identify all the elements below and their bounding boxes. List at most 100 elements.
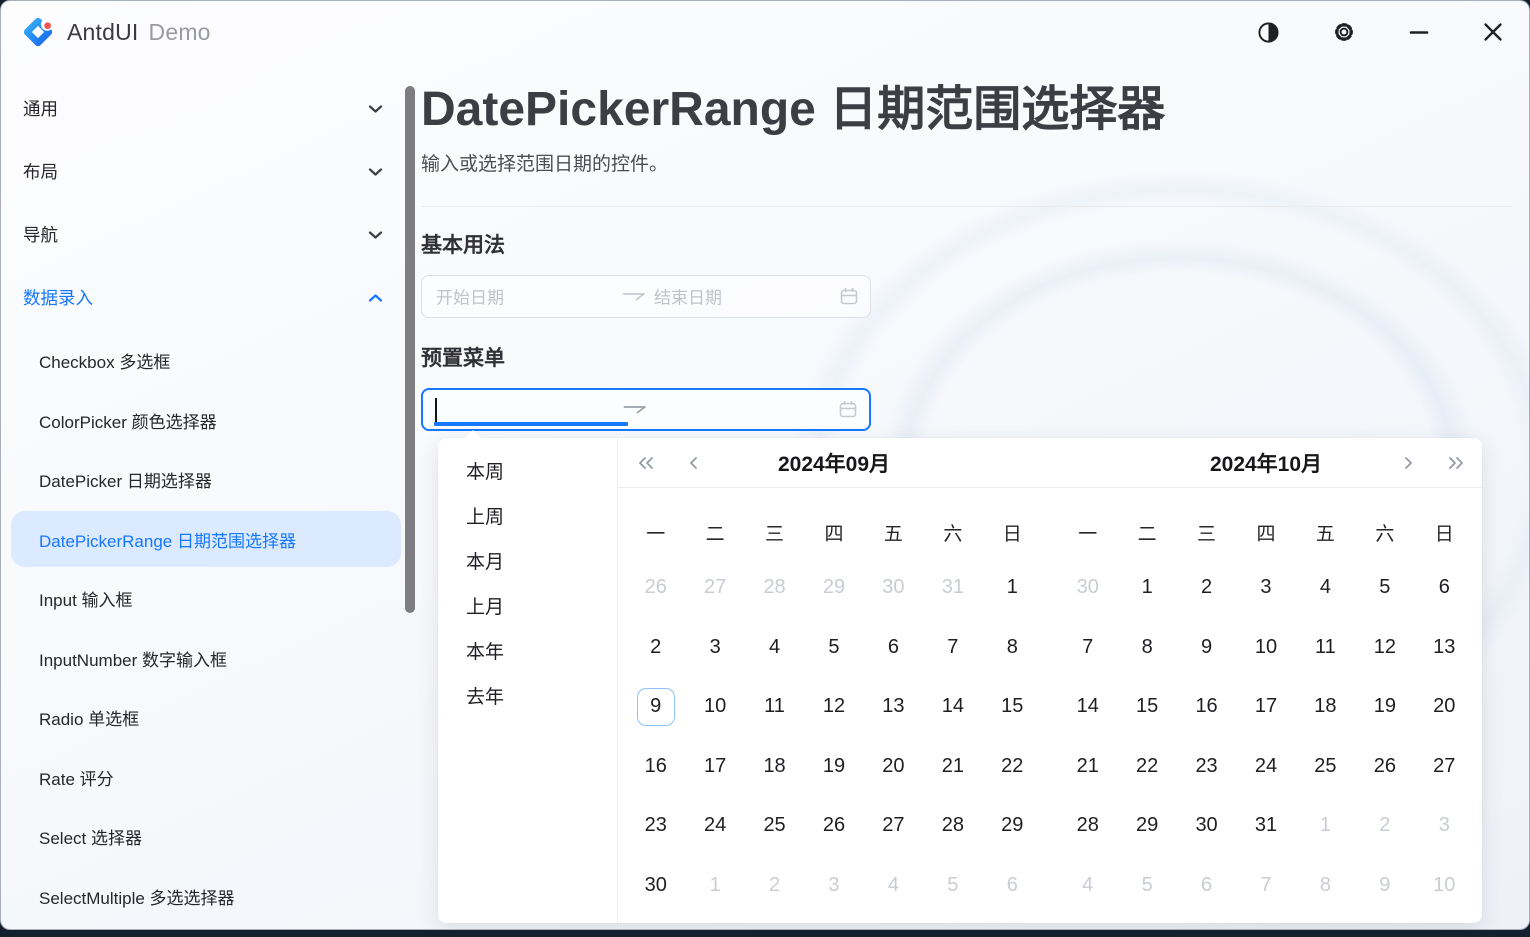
day-cell[interactable]: 10 [1415, 856, 1474, 916]
day-cell[interactable]: 3 [685, 618, 744, 678]
next-year-button[interactable] [1444, 453, 1468, 473]
day-cell[interactable]: 8 [983, 618, 1042, 678]
day-cell[interactable]: 5 [1117, 856, 1176, 916]
day-cell[interactable]: 15 [983, 677, 1042, 737]
day-cell[interactable]: 12 [1355, 618, 1414, 678]
day-cell-today[interactable]: 9 [626, 677, 685, 737]
day-cell[interactable]: 15 [1117, 677, 1176, 737]
day-cell[interactable]: 2 [1177, 558, 1236, 618]
sidebar-group-general[interactable]: 通用 [1, 77, 405, 140]
day-cell[interactable]: 13 [864, 677, 923, 737]
day-cell[interactable]: 2 [626, 618, 685, 678]
day-cell[interactable]: 1 [1117, 558, 1176, 618]
day-cell[interactable]: 8 [1296, 856, 1355, 916]
day-cell[interactable]: 25 [1296, 737, 1355, 797]
day-cell[interactable]: 22 [983, 737, 1042, 797]
day-cell[interactable]: 6 [983, 856, 1042, 916]
day-cell[interactable]: 26 [1355, 737, 1414, 797]
sidebar-group-navigation[interactable]: 导航 [1, 203, 405, 266]
sidebar-scrollbar-thumb[interactable] [405, 86, 415, 613]
day-cell[interactable]: 27 [1415, 737, 1474, 797]
day-cell[interactable]: 28 [923, 796, 982, 856]
day-cell[interactable]: 7 [923, 618, 982, 678]
day-cell[interactable]: 25 [745, 796, 804, 856]
day-cell[interactable]: 30 [626, 856, 685, 916]
day-cell[interactable]: 20 [864, 737, 923, 797]
day-cell[interactable]: 18 [745, 737, 804, 797]
day-cell[interactable]: 23 [1177, 737, 1236, 797]
sidebar-item-input[interactable]: Input 输入框 [11, 571, 401, 627]
date-range-input-basic[interactable]: 开始日期 结束日期 [421, 275, 871, 318]
day-cell[interactable]: 19 [1355, 677, 1414, 737]
day-cell[interactable]: 28 [1058, 796, 1117, 856]
day-cell[interactable]: 4 [864, 856, 923, 916]
day-cell[interactable]: 2 [1355, 796, 1414, 856]
day-cell[interactable]: 4 [1058, 856, 1117, 916]
left-month-title[interactable]: 2024年09月 [778, 448, 890, 478]
day-cell[interactable]: 30 [864, 558, 923, 618]
day-cell[interactable]: 17 [1236, 677, 1295, 737]
day-cell[interactable]: 10 [685, 677, 744, 737]
day-cell[interactable]: 26 [626, 558, 685, 618]
day-cell[interactable]: 3 [1236, 558, 1295, 618]
sidebar-item-datepickerrange[interactable]: DatePickerRange 日期范围选择器 [11, 511, 401, 567]
prev-month-button[interactable] [685, 453, 701, 473]
day-cell[interactable]: 6 [1415, 558, 1474, 618]
close-button[interactable] [1482, 21, 1504, 43]
preset-item[interactable]: 本年 [444, 628, 611, 673]
theme-toggle-button[interactable] [1257, 21, 1280, 44]
day-cell[interactable]: 14 [1058, 677, 1117, 737]
day-cell[interactable]: 10 [1236, 618, 1295, 678]
day-cell[interactable]: 31 [923, 558, 982, 618]
day-cell[interactable]: 24 [685, 796, 744, 856]
day-cell[interactable]: 9 [1177, 618, 1236, 678]
day-cell[interactable]: 4 [1296, 558, 1355, 618]
day-cell[interactable]: 27 [864, 796, 923, 856]
day-cell[interactable]: 23 [626, 796, 685, 856]
day-cell[interactable]: 1 [983, 558, 1042, 618]
sidebar-group-layout[interactable]: 布局 [1, 140, 405, 203]
day-cell[interactable]: 30 [1058, 558, 1117, 618]
sidebar-item-select[interactable]: Select 选择器 [11, 809, 401, 865]
day-cell[interactable]: 3 [1415, 796, 1474, 856]
sidebar-group-data-entry[interactable]: 数据录入 [1, 266, 405, 329]
day-cell[interactable]: 3 [804, 856, 863, 916]
day-cell[interactable]: 6 [864, 618, 923, 678]
sidebar-item-colorpicker[interactable]: ColorPicker 颜色选择器 [11, 392, 401, 448]
prev-year-button[interactable] [634, 453, 658, 473]
day-cell[interactable]: 11 [1296, 618, 1355, 678]
day-cell[interactable]: 30 [1177, 796, 1236, 856]
day-cell[interactable]: 6 [1177, 856, 1236, 916]
minimize-button[interactable] [1408, 21, 1430, 43]
day-cell[interactable]: 5 [804, 618, 863, 678]
date-range-input-preset[interactable] [421, 388, 871, 431]
day-cell[interactable]: 16 [1177, 677, 1236, 737]
day-cell[interactable]: 9 [1355, 856, 1414, 916]
day-cell[interactable]: 5 [1355, 558, 1414, 618]
preset-item[interactable]: 本月 [444, 538, 611, 583]
next-month-button[interactable] [1401, 453, 1417, 473]
day-cell[interactable]: 24 [1236, 737, 1295, 797]
sidebar-item-radio[interactable]: Radio 单选框 [11, 690, 401, 746]
day-cell[interactable]: 5 [923, 856, 982, 916]
right-month-title[interactable]: 2024年10月 [1210, 448, 1322, 478]
day-cell[interactable]: 8 [1117, 618, 1176, 678]
sidebar-item-inputnumber[interactable]: InputNumber 数字输入框 [11, 630, 401, 686]
preset-item[interactable]: 本周 [444, 448, 611, 493]
day-cell[interactable]: 21 [1058, 737, 1117, 797]
day-cell[interactable]: 14 [923, 677, 982, 737]
preset-item[interactable]: 上周 [444, 493, 611, 538]
day-cell[interactable]: 7 [1236, 856, 1295, 916]
day-cell[interactable]: 29 [983, 796, 1042, 856]
sidebar-item-rate[interactable]: Rate 评分 [11, 749, 401, 805]
day-cell[interactable]: 7 [1058, 618, 1117, 678]
day-cell[interactable]: 17 [685, 737, 744, 797]
day-cell[interactable]: 19 [804, 737, 863, 797]
settings-button[interactable] [1332, 20, 1356, 44]
day-cell[interactable]: 28 [745, 558, 804, 618]
day-cell[interactable]: 29 [1117, 796, 1176, 856]
day-cell[interactable]: 12 [804, 677, 863, 737]
day-cell[interactable]: 2 [745, 856, 804, 916]
day-cell[interactable]: 21 [923, 737, 982, 797]
day-cell[interactable]: 20 [1415, 677, 1474, 737]
